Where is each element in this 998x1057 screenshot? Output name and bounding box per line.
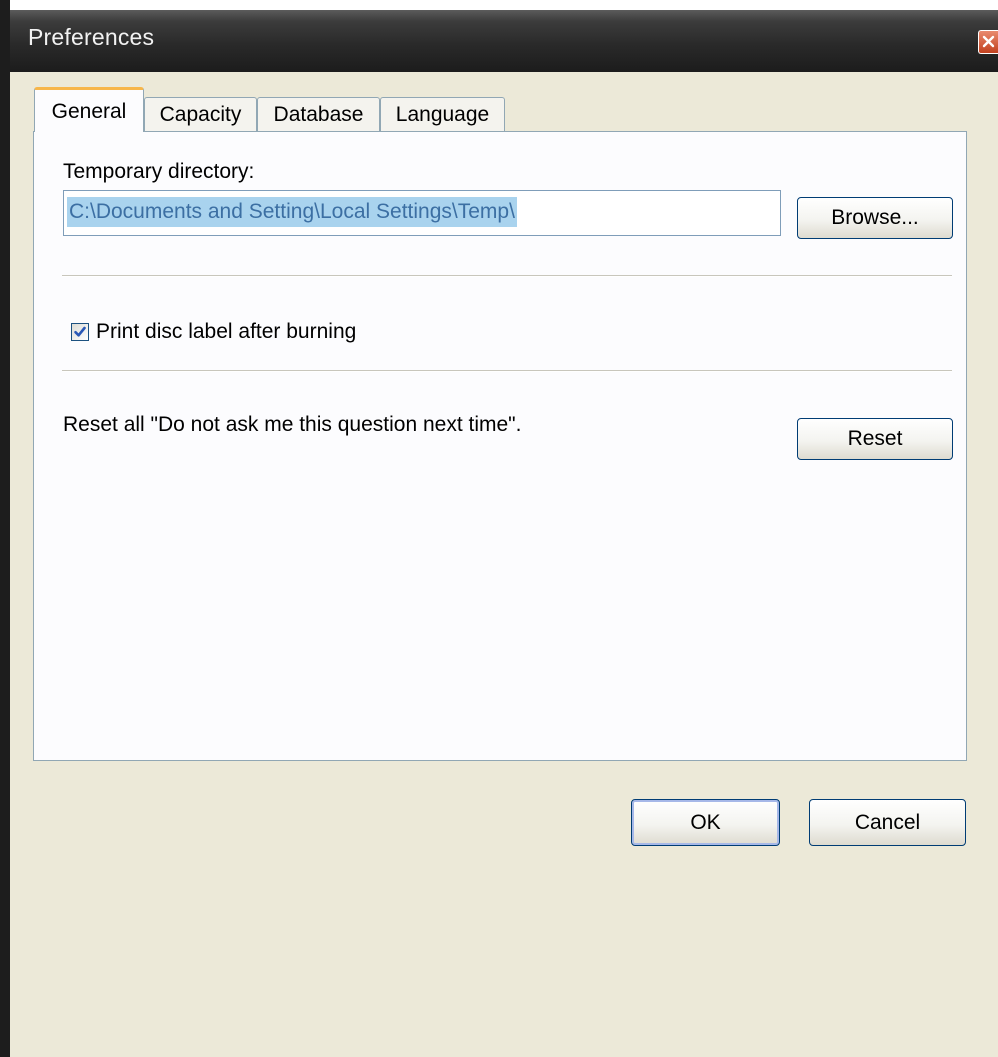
- separator: [62, 370, 952, 372]
- temp-dir-value: C:\Documents and Setting\Local Settings\…: [67, 197, 517, 227]
- temp-dir-label: Temporary directory:: [63, 160, 255, 183]
- window-title: Preferences: [28, 24, 155, 50]
- desktop-edge: [0, 0, 10, 1057]
- cancel-button[interactable]: Cancel: [809, 799, 966, 846]
- preferences-dialog: Preferences General Capacity Database La…: [10, 10, 998, 1057]
- print-label-text[interactable]: Print disc label after burning: [96, 320, 356, 344]
- reset-description: Reset all "Do not ask me this question n…: [63, 413, 522, 436]
- general-tab-panel: Temporary directory: C:\Documents and Se…: [33, 131, 967, 761]
- tab-general[interactable]: General: [34, 87, 144, 132]
- title-bar[interactable]: Preferences: [10, 10, 998, 72]
- ok-button[interactable]: OK: [631, 799, 780, 846]
- close-button[interactable]: [978, 30, 998, 54]
- browse-button[interactable]: Browse...: [797, 197, 953, 239]
- tab-database[interactable]: Database: [257, 97, 380, 131]
- tab-language[interactable]: Language: [380, 97, 505, 131]
- reset-button[interactable]: Reset: [797, 418, 953, 460]
- tab-capacity[interactable]: Capacity: [144, 97, 257, 131]
- temp-dir-input[interactable]: C:\Documents and Setting\Local Settings\…: [63, 190, 781, 236]
- print-label-checkbox[interactable]: [71, 323, 89, 341]
- separator: [62, 275, 952, 277]
